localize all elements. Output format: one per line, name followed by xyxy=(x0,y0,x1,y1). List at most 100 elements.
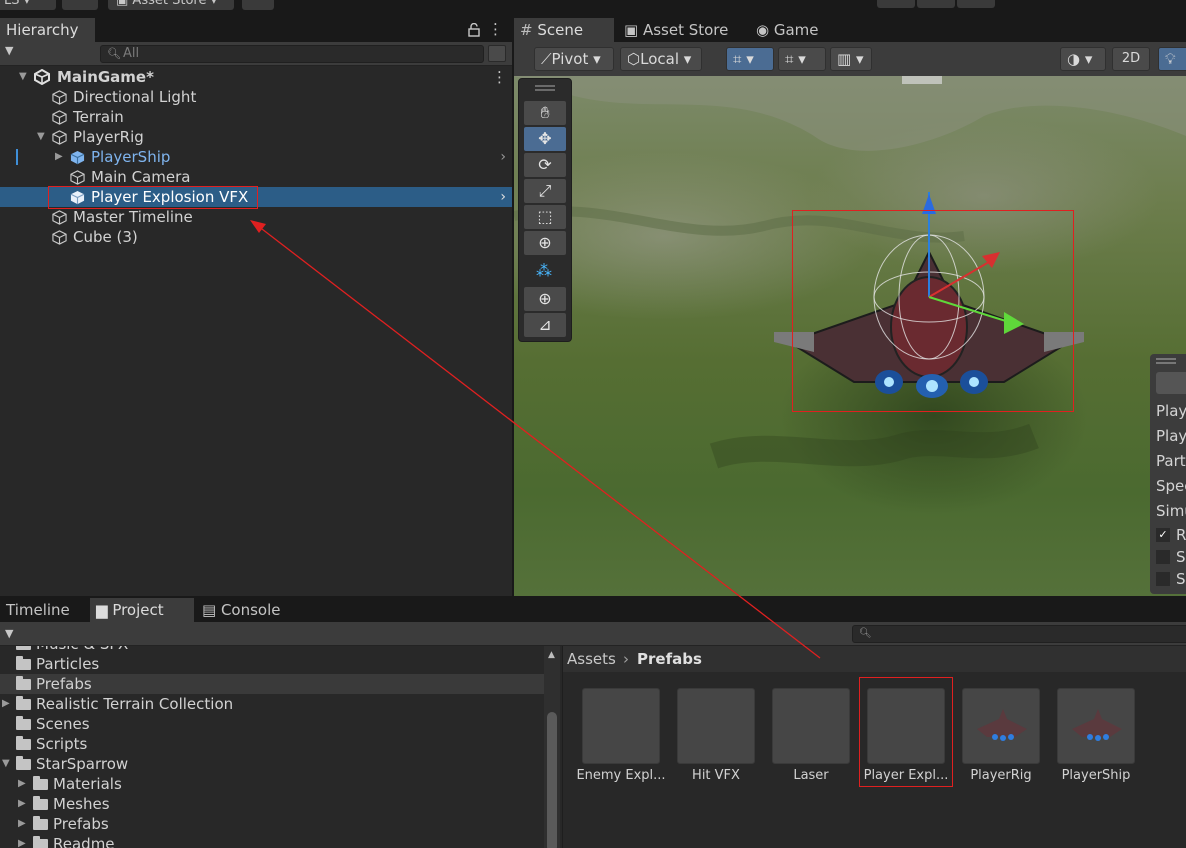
pause-button[interactable] xyxy=(917,0,955,8)
particle-effect-overlay: Play Play Part Spee Simu ✓ R S S xyxy=(1150,354,1186,594)
expand-arrow-icon[interactable]: ▶ xyxy=(2,694,10,714)
hierarchy-tabstrip: Hierarchy ⋮ xyxy=(0,18,512,42)
hierarchy-item-main-camera[interactable]: Main Camera xyxy=(0,167,512,187)
folder-label: Scripts xyxy=(36,735,88,753)
hierarchy-scene-row[interactable]: ▼ MainGame* ⋮ xyxy=(0,67,512,87)
grid-snap-toggle[interactable]: ⌗ ▾ xyxy=(726,47,774,71)
tab-timeline[interactable]: Timeline xyxy=(0,598,84,622)
breadcrumb-prefabs[interactable]: Prefabs xyxy=(637,646,702,672)
account-dropdown[interactable]: LS ▾ xyxy=(0,0,56,10)
rect-tool-icon[interactable]: ⬚ xyxy=(524,205,566,229)
lock-icon[interactable] xyxy=(468,23,480,37)
checkbox[interactable] xyxy=(1156,572,1170,586)
tab-game[interactable]: ◉ Game xyxy=(750,18,840,42)
drag-handle[interactable] xyxy=(535,85,555,87)
cloud-button[interactable] xyxy=(62,0,98,10)
hierarchy-item-directional-light[interactable]: Directional Light xyxy=(0,87,512,107)
prefab-cube-icon xyxy=(70,150,85,165)
checkbox-checked-icon[interactable]: ✓ xyxy=(1156,528,1170,542)
scale-tool-icon[interactable]: ⤢ xyxy=(524,179,566,203)
particle-tool-icon[interactable]: ⁂ xyxy=(536,261,552,280)
overlay-drag-handle[interactable] xyxy=(1156,358,1176,360)
expand-arrow-icon[interactable]: ▶ xyxy=(18,774,26,794)
folder-row[interactable]: Particles xyxy=(0,654,544,674)
lighting-toggle[interactable]: 💡︎ xyxy=(1158,47,1186,71)
chevron-right-icon[interactable]: › xyxy=(500,187,506,207)
move-tool-icon[interactable]: ✥ xyxy=(524,127,566,151)
chevron-right-icon[interactable]: › xyxy=(500,147,506,167)
item-label: Master Timeline xyxy=(73,208,193,226)
folder-row[interactable]: ▶ Materials xyxy=(0,774,544,794)
unity-scene-icon xyxy=(34,69,50,85)
hierarchy-menu-icon[interactable]: ⋮ xyxy=(488,20,503,38)
folder-row-selected[interactable]: Prefabs xyxy=(0,674,544,694)
tree-scrollbar-thumb[interactable] xyxy=(547,712,557,848)
rotate-tool-icon[interactable]: ⟳ xyxy=(524,153,566,177)
draw-mode-dropdown[interactable]: ◑ ▾ xyxy=(1060,47,1106,71)
scene-viewport[interactable]: ✋︎ ✥ ⟳ ⤢ ⬚ ⊕ ⁂ ⊕ ⊿ Play Play Part Spee S… xyxy=(514,76,1186,596)
project-search-input[interactable]: 🔍︎ xyxy=(852,625,1186,643)
2d-toggle[interactable]: 2D xyxy=(1112,47,1150,71)
tab-hierarchy[interactable]: Hierarchy xyxy=(0,18,95,42)
scroll-up-icon[interactable]: ▲ xyxy=(548,650,555,660)
hierarchy-item-playerrig[interactable]: ▼ PlayerRig xyxy=(0,127,512,147)
hierarchy-item-player-explosion-vfx[interactable]: Player Explosion VFX › xyxy=(0,187,512,207)
create-dropdown-icon[interactable]: ▼ xyxy=(5,44,13,57)
expand-arrow-icon[interactable]: ▶ xyxy=(55,147,63,167)
custom-tool-icon[interactable]: ⊕ xyxy=(524,287,566,311)
measure-tool-icon[interactable]: ⊿ xyxy=(524,313,566,337)
step-button[interactable] xyxy=(957,0,995,8)
overlay-row-label: Play xyxy=(1156,427,1186,445)
project-toolbar: ▼ 🔍︎ xyxy=(0,622,1186,646)
pivot-dropdown[interactable]: ⟋Pivot ▾ xyxy=(534,47,614,71)
asset-label: PlayerRig xyxy=(970,768,1032,783)
folder-row[interactable]: ▶ Meshes xyxy=(0,794,544,814)
expand-arrow-icon[interactable]: ▶ xyxy=(18,794,26,814)
create-dropdown-icon[interactable]: ▼ xyxy=(5,627,13,640)
folder-row[interactable]: ▶ Realistic Terrain Collection xyxy=(0,694,544,714)
item-label: Directional Light xyxy=(73,88,197,106)
tree-scrollbar[interactable]: ▲ xyxy=(544,646,560,848)
hierarchy-item-terrain[interactable]: Terrain xyxy=(0,107,512,127)
hierarchy-item-cube-3[interactable]: Cube (3) xyxy=(0,227,512,247)
tab-console[interactable]: ▤ Console xyxy=(196,598,296,622)
expand-arrow-icon[interactable]: ▶ xyxy=(18,834,26,848)
hierarchy-item-master-timeline[interactable]: Master Timeline xyxy=(0,207,512,227)
overlay-play-button[interactable] xyxy=(1156,372,1186,394)
search-filter-icon[interactable] xyxy=(488,45,506,62)
folder-label: Prefabs xyxy=(53,815,109,833)
folder-icon xyxy=(33,816,48,830)
expand-arrow-icon[interactable]: ▼ xyxy=(19,67,27,87)
folder-row[interactable]: ▶ Prefabs xyxy=(0,814,544,834)
expand-arrow-icon[interactable]: ▼ xyxy=(37,127,45,147)
scene-toolbar: ⟋Pivot ▾ ⬡Local ▾ ⌗ ▾ ⌗ ▾ ▥ ▾ ◑ ▾ 2D 💡︎ xyxy=(514,42,1186,76)
checkbox[interactable] xyxy=(1156,550,1170,564)
folder-row[interactable]: ▼ StarSparrow xyxy=(0,754,544,774)
folder-row[interactable]: ▶ Readme xyxy=(0,834,544,848)
search-placeholder: All xyxy=(123,46,140,61)
settings-icon[interactable] xyxy=(242,0,274,10)
tab-project[interactable]: ▆ Project xyxy=(90,598,194,622)
expand-arrow-icon[interactable]: ▶ xyxy=(18,814,26,834)
play-button[interactable] xyxy=(877,0,915,8)
folder-row[interactable]: Scripts xyxy=(0,734,544,754)
item-label: Cube (3) xyxy=(73,228,138,246)
local-dropdown[interactable]: ⬡Local ▾ xyxy=(620,47,702,71)
grid-visibility-dropdown[interactable]: ⌗ ▾ xyxy=(778,47,826,71)
expand-arrow-icon[interactable]: ▼ xyxy=(2,754,10,774)
hand-tool-icon[interactable]: ✋︎ xyxy=(524,101,566,125)
breadcrumb-assets[interactable]: Assets xyxy=(567,646,616,672)
folder-row[interactable]: Scenes xyxy=(0,714,544,734)
scene-menu-icon[interactable]: ⋮ xyxy=(492,67,507,87)
hierarchy-search-input[interactable]: 🔍︎ All xyxy=(100,45,484,63)
transform-tool-icon[interactable]: ⊕ xyxy=(524,231,566,255)
increment-snap-dropdown[interactable]: ▥ ▾ xyxy=(830,47,872,71)
folder-row[interactable]: Music & SFX xyxy=(0,646,544,654)
bottom-tabstrip: Timeline ▆ Project ▤ Console xyxy=(0,598,1186,622)
tab-asset-store[interactable]: ▣ Asset Store xyxy=(618,18,744,42)
ship-thumbnail-icon xyxy=(977,709,1027,741)
asset-store-dropdown[interactable]: ▣ Asset Store ▾ xyxy=(108,0,234,10)
hierarchy-item-playership[interactable]: ▶ PlayerShip › xyxy=(0,147,512,167)
hierarchy-toolbar: ▼ 🔍︎ All xyxy=(0,42,512,66)
tab-scene[interactable]: # Scene xyxy=(514,18,614,42)
